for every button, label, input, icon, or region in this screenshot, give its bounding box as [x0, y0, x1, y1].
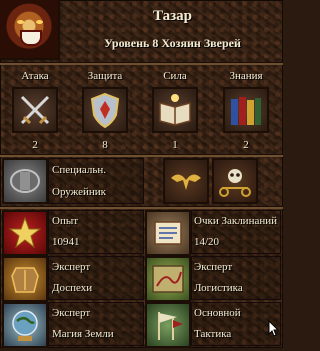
defense-label: Защита — [87, 70, 123, 82]
portrait-eye — [17, 20, 24, 24]
map-icon[interactable] — [145, 256, 191, 302]
crossed-swords-icon[interactable] — [12, 87, 58, 133]
skill-name: Логистика — [194, 282, 243, 294]
hero-screen: Тазар Уровень 8 Хозяин Зверей Атака Защи… — [0, 0, 283, 348]
spell-points-label: Очки Заклинаний — [194, 215, 277, 227]
divider — [0, 154, 283, 157]
power-label: Сила — [163, 70, 187, 82]
spell-points-value: 14/20 — [194, 236, 220, 248]
armor-icon[interactable] — [2, 256, 48, 302]
skull-scales-icon[interactable] — [212, 158, 258, 204]
power-value: 1 — [172, 139, 178, 151]
defense-value: 8 — [102, 139, 108, 151]
hero-name: Тазар — [152, 8, 192, 24]
flags-icon[interactable] — [145, 302, 191, 348]
experience-label: Опыт — [52, 215, 79, 227]
specialty-label: Специальн. — [52, 164, 107, 176]
spellbook-icon[interactable] — [152, 87, 198, 133]
hero-portrait[interactable] — [0, 0, 60, 60]
experience-value: 10941 — [52, 236, 80, 248]
skill-level: Основной — [194, 307, 241, 319]
scroll-icon[interactable] — [145, 210, 191, 256]
star-medal-icon[interactable] — [2, 210, 48, 256]
divider — [0, 62, 283, 65]
mouse-cursor-icon — [268, 320, 280, 337]
skill-name: Тактика — [194, 328, 232, 340]
portrait-mouth — [20, 30, 42, 46]
portrait-eye — [36, 20, 43, 24]
attack-value: 2 — [32, 139, 38, 151]
skill-name: Магия Земли — [52, 328, 114, 340]
skill-level: Эксперт — [52, 307, 91, 319]
knowledge-value: 2 — [243, 139, 249, 151]
specialty-value: Оружейник — [52, 186, 106, 198]
skill-name: Доспехи — [52, 282, 93, 294]
armor-icon[interactable] — [2, 158, 48, 204]
divider — [0, 206, 283, 209]
knowledge-label: Знания — [229, 70, 263, 82]
eagle-icon[interactable] — [163, 158, 209, 204]
earth-orb-icon[interactable] — [2, 302, 48, 348]
skill-level: Эксперт — [194, 261, 233, 273]
skill-level: Эксперт — [52, 261, 91, 273]
hero-level: Уровень 8 Хозяин Зверей — [104, 36, 241, 50]
shield-icon[interactable] — [82, 87, 128, 133]
attack-label: Атака — [21, 70, 49, 82]
books-icon[interactable] — [223, 87, 269, 133]
